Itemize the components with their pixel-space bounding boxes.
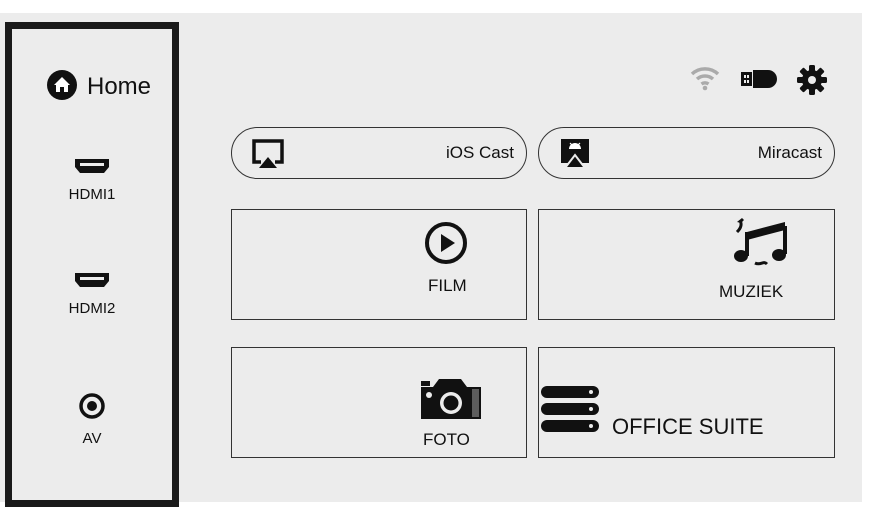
- sidebar-home-label: Home: [87, 73, 152, 100]
- film-tile[interactable]: FILM: [231, 209, 527, 320]
- office-suite-tile[interactable]: OFFICE SUITE: [538, 347, 835, 458]
- settings-icon[interactable]: [795, 63, 829, 97]
- sidebar-item-av[interactable]: AV: [12, 393, 172, 447]
- miracast-label: Miracast: [757, 143, 822, 162]
- sidebar-item-home[interactable]: Home: [46, 69, 151, 105]
- office-suite-label: OFFICE SUITE: [612, 414, 764, 439]
- sidebar-item-label: HDMI2: [68, 300, 116, 317]
- sidebar-item-hdmi1[interactable]: HDMI1: [12, 157, 172, 203]
- sidebar-item-label: HDMI1: [68, 186, 116, 203]
- sidebar-item-label: AV: [82, 430, 102, 447]
- hdmi-icon: [73, 273, 111, 293]
- ios-cast-label: iOS Cast: [445, 143, 514, 162]
- miracast-button[interactable]: Miracast: [538, 127, 835, 179]
- sidebar-item-hdmi2[interactable]: HDMI2: [12, 271, 172, 317]
- airplay-icon: [251, 138, 285, 175]
- play-icon: [424, 221, 468, 270]
- wifi-icon: [690, 65, 720, 91]
- sidebar: Home HDMI1 HDMI2 AV: [5, 22, 179, 507]
- home-icon: [46, 69, 78, 106]
- usb-drive-icon: [740, 68, 778, 90]
- camera-icon: [419, 375, 485, 426]
- av-jack-icon: [79, 393, 105, 423]
- launcher-screen: Home HDMI1 HDMI2 AV iOS Cast Miracast FI…: [0, 13, 862, 507]
- office-suite-icon: [539, 384, 601, 441]
- ios-cast-button[interactable]: iOS Cast: [231, 127, 527, 179]
- miracast-icon: [558, 137, 592, 176]
- music-icon: [733, 216, 793, 277]
- muziek-tile[interactable]: MUZIEK: [538, 209, 835, 320]
- muziek-label: MUZIEK: [719, 282, 784, 301]
- foto-tile[interactable]: FOTO: [231, 347, 527, 458]
- hdmi-icon: [73, 159, 111, 179]
- foto-label: FOTO: [423, 430, 470, 449]
- film-label: FILM: [428, 276, 467, 295]
